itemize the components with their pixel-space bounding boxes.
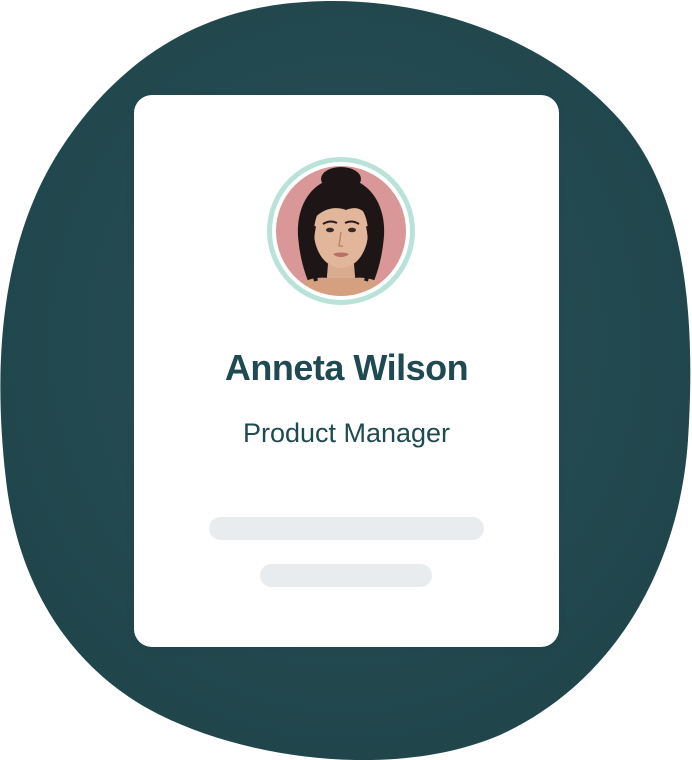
placeholder-line-1 (209, 517, 484, 540)
avatar[interactable] (276, 166, 406, 296)
profile-role: Product Manager (242, 418, 451, 448)
profile-name: Anneta Wilson (224, 347, 469, 388)
placeholder-line-2 (260, 564, 432, 587)
profile-card: Anneta Wilson Product Manager (134, 95, 559, 647)
avatar-ring (267, 157, 415, 305)
